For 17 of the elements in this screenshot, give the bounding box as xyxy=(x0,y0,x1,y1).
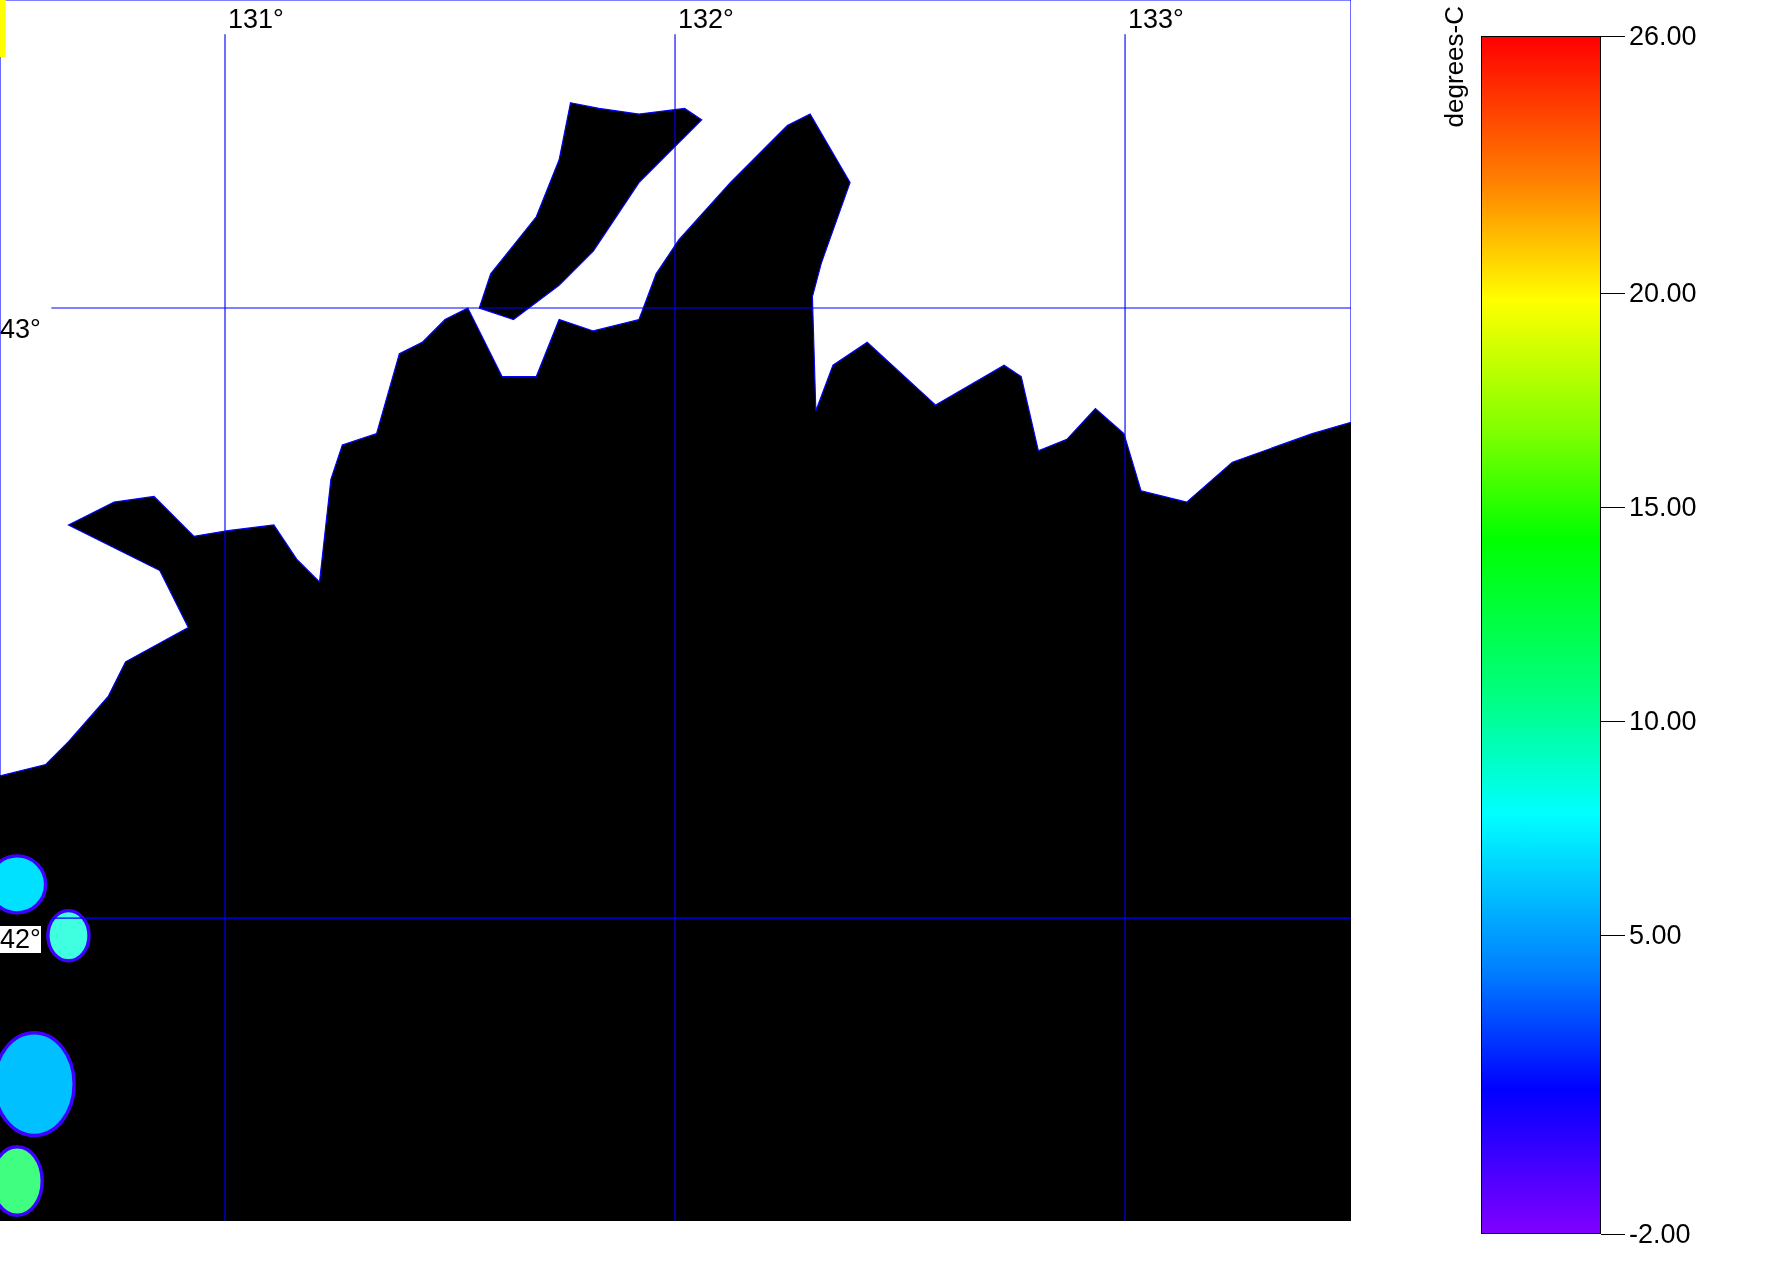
tick-mark xyxy=(1601,506,1625,508)
tick-label: 15.00 xyxy=(1629,493,1697,521)
longitude-label: 133° xyxy=(1128,6,1184,33)
tick-label: -2.00 xyxy=(1629,1220,1691,1248)
tick-mark xyxy=(1601,292,1625,294)
latitude-label: 42° xyxy=(0,926,41,953)
tick-mark xyxy=(1601,36,1625,37)
tick-mark xyxy=(1601,720,1625,722)
unit-label: degrees-C xyxy=(1441,6,1467,128)
tick-label: 26.00 xyxy=(1629,22,1697,50)
tick-label: 5.00 xyxy=(1629,921,1682,948)
tick-label: 20.00 xyxy=(1629,279,1697,307)
longitude-label: 132° xyxy=(678,6,734,33)
tick-mark xyxy=(1601,1234,1625,1235)
longitude-label: 131° xyxy=(228,6,284,33)
tick-label: 10.00 xyxy=(1629,707,1697,735)
tick-mark xyxy=(1601,934,1625,936)
